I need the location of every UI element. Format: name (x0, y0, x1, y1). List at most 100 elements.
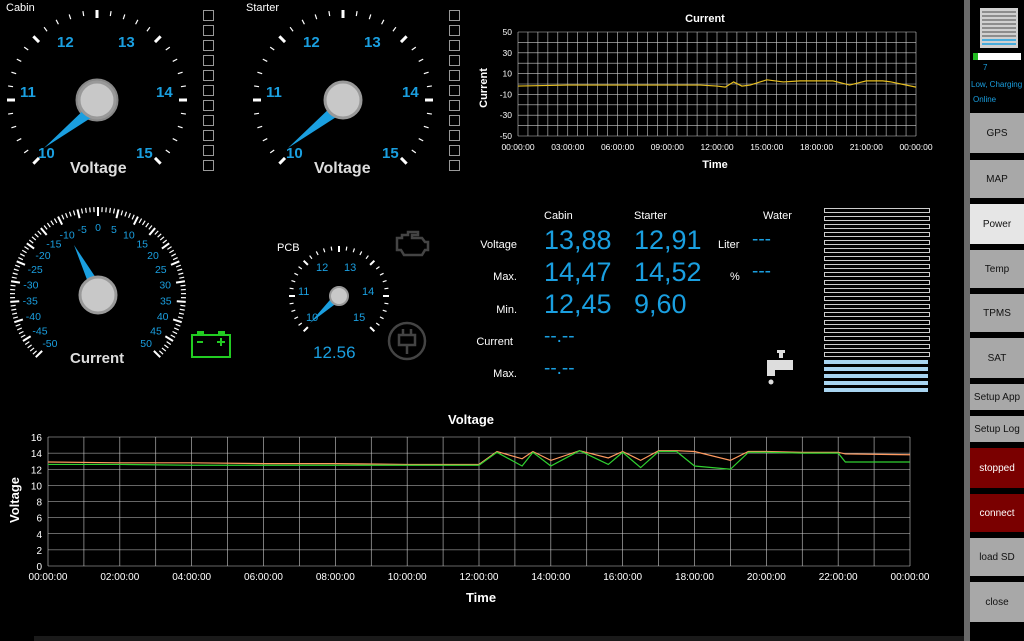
svg-text:15: 15 (353, 312, 365, 324)
cell-indicator (203, 145, 214, 156)
voltage-chart: Voltage Time Voltage 161412108642000:00:… (7, 412, 930, 605)
cell-indicator (449, 130, 460, 141)
voltage-chart-xtick: 12:00:00 (460, 572, 499, 583)
close-button[interactable]: close (970, 582, 1024, 622)
voltage-chart-xtick: 20:00:00 (747, 572, 786, 583)
svg-text:11: 11 (298, 286, 309, 298)
voltage-chart-xtick: 00:00:00 (29, 572, 68, 583)
plug-icon (387, 321, 427, 361)
voltage-chart-title: Voltage (448, 412, 494, 427)
cell-indicator (449, 25, 460, 36)
starter-min-value: 9,60 (634, 289, 687, 319)
water-level-segment (824, 344, 930, 349)
cell-indicator (449, 160, 460, 171)
voltage-chart-xtick: 02:00:00 (100, 572, 139, 583)
starter-column-header: Starter (634, 210, 668, 222)
water-level-segment (824, 256, 930, 261)
cell-indicator (449, 10, 460, 21)
water-tank-level (824, 208, 930, 395)
cell-indicator (203, 70, 214, 81)
water-level-segment (824, 352, 930, 357)
map-button[interactable]: MAP (970, 160, 1024, 198)
setup-log-button[interactable]: Setup Log (970, 416, 1024, 442)
cabin-max-current-value: --.-- (544, 358, 575, 379)
cell-indicator (203, 40, 214, 51)
load-sd-button[interactable]: load SD (970, 538, 1024, 576)
status-count: 7 (983, 63, 988, 72)
svg-text:14: 14 (156, 84, 173, 101)
current-chart: Current Time Current 503010-10-30-5000:0… (478, 13, 933, 171)
status-online: Online (973, 95, 997, 104)
cell-indicator (449, 85, 460, 96)
current-gauge-tick-label: 0 (95, 222, 101, 234)
voltage-chart-ytick: 6 (36, 514, 42, 525)
current-gauge-tick-label: 30 (159, 279, 171, 291)
sat-button[interactable]: SAT (970, 338, 1024, 378)
horizontal-scrollbar[interactable] (34, 636, 964, 641)
pcb-voltage-value: 12.56 (313, 343, 356, 362)
cell-indicator (203, 100, 214, 111)
temp-button[interactable]: Temp (970, 250, 1024, 288)
cell-indicator (203, 85, 214, 96)
voltage-chart-xtick: 14:00:00 (531, 572, 570, 583)
water-level-segment (824, 367, 928, 371)
current-gauge-tick-label: -25 (28, 264, 43, 276)
voltage-chart-xtick: 06:00:00 (244, 572, 283, 583)
svg-text:12: 12 (316, 262, 328, 274)
water-level-segment (824, 248, 930, 253)
water-level-segment (824, 320, 930, 325)
current-chart-ytick: 30 (503, 48, 513, 58)
voltage-chart-ytick: 16 (31, 433, 43, 444)
cell-indicator (449, 55, 460, 66)
cell-indicator (203, 160, 214, 171)
water-level-segment (824, 264, 930, 269)
water-level-segment (824, 388, 928, 392)
svg-text:12: 12 (57, 34, 74, 51)
water-level-segment (824, 224, 930, 229)
row-label-current: Current (476, 336, 513, 348)
current-chart-xlabel: Time (702, 159, 727, 171)
water-level-segment (824, 312, 930, 317)
water-percent-label: % (730, 271, 740, 283)
current-gauge-tick-label: -10 (60, 229, 75, 241)
cell-indicator (203, 130, 214, 141)
starter-voltage-gauge: 10 11 12 13 14 15 Voltage (253, 10, 433, 177)
voltage-chart-xtick: 00:00:00 (891, 572, 930, 583)
current-gauge-tick-label: 5 (111, 224, 117, 236)
water-level-segment (824, 304, 930, 309)
tpms-button[interactable]: TPMS (970, 294, 1024, 332)
gps-button[interactable]: GPS (970, 113, 1024, 153)
setup-app-button[interactable]: Setup App (970, 384, 1024, 410)
current-chart-xtick: 12:00:00 (700, 142, 733, 152)
current-chart-ytick: 10 (503, 69, 513, 79)
cell-indicator (449, 40, 460, 51)
current-gauge-label: Current (70, 350, 124, 367)
voltage-chart-ytick: 8 (36, 498, 42, 509)
battery-icon (191, 331, 231, 358)
stopped-button[interactable]: stopped (970, 448, 1024, 488)
current-gauge-tick-label: -20 (35, 250, 50, 262)
current-chart-ytick: -10 (500, 89, 513, 99)
starter-cell-indicators (449, 10, 460, 175)
voltage-chart-ytick: 12 (31, 465, 43, 476)
water-level-segment (824, 374, 928, 378)
water-liter-label: Liter (718, 239, 740, 251)
current-gauge-tick-label: 40 (157, 311, 169, 323)
connect-button[interactable]: connect (970, 494, 1024, 532)
current-chart-xtick: 03:00:00 (551, 142, 584, 152)
power-button[interactable]: Power (970, 204, 1024, 244)
voltage-chart-ytick: 2 (36, 546, 42, 557)
cabin-max-value: 14,47 (544, 257, 612, 287)
voltage-chart-ytick: 14 (31, 449, 43, 460)
cell-indicator (203, 25, 214, 36)
cell-indicator (449, 70, 460, 81)
battery-level-bar (973, 53, 1021, 60)
svg-text:13: 13 (344, 262, 356, 274)
row-label-min: Min. (496, 304, 517, 316)
voltage-chart-xtick: 16:00:00 (603, 572, 642, 583)
water-level-segment (824, 381, 928, 385)
current-chart-xtick: 18:00:00 (800, 142, 833, 152)
cabin-min-value: 12,45 (544, 289, 612, 319)
current-gauge-tick-label: -35 (23, 295, 38, 307)
cabin-voltage-value: 13,88 (544, 225, 612, 255)
